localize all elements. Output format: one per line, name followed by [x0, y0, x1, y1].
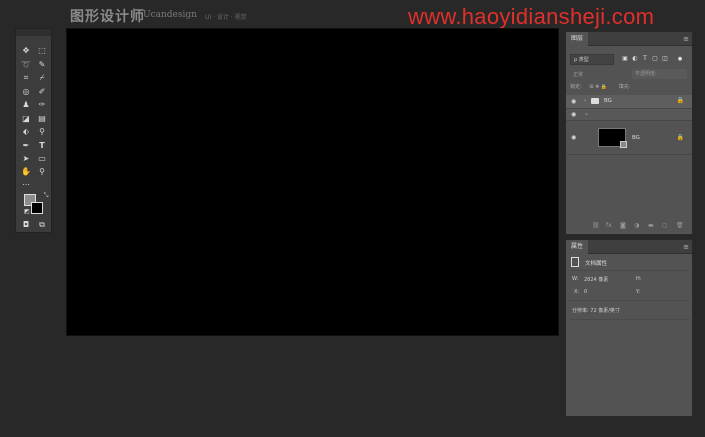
blend-mode-select[interactable]: 正常: [570, 70, 610, 80]
history-brush-tool-icon[interactable]: ✑: [35, 99, 49, 110]
layer-name[interactable]: BG: [632, 135, 640, 141]
new-group-icon[interactable]: ▬: [648, 222, 654, 229]
lock-all-icon[interactable]: 🔒: [601, 84, 607, 90]
stamp-tool-icon[interactable]: ♟: [19, 99, 33, 110]
filter-pixel-icon[interactable]: ▣: [621, 55, 629, 63]
divider: [570, 270, 690, 271]
opacity-field[interactable]: 不透明度:: [632, 69, 687, 79]
default-colors-icon[interactable]: ◩: [20, 206, 34, 217]
document-icon: [571, 257, 579, 267]
x-label: X:: [574, 289, 580, 295]
expand-chevron-icon[interactable]: ⌄: [584, 110, 589, 117]
add-mask-icon[interactable]: ◙: [620, 222, 626, 229]
layer-row-subgroup[interactable]: ◉ ⌄: [566, 109, 692, 121]
visibility-eye-icon[interactable]: ◉: [571, 98, 576, 105]
fx-icon[interactable]: fx: [606, 222, 612, 229]
layer-name[interactable]: BG: [604, 98, 612, 104]
lock-pixels-icon[interactable]: ⊞: [589, 84, 593, 90]
resolution-value: 分辨率: 72 像素/英寸: [572, 308, 620, 314]
smart-object-badge-icon: [620, 141, 627, 148]
filter-type-icon[interactable]: T: [641, 55, 649, 63]
layer-lock-icon: 🔒: [676, 97, 684, 104]
delete-layer-icon[interactable]: 🗑: [676, 222, 684, 229]
site-brand-title: 图形设计师: [70, 9, 145, 25]
layer-filter-select[interactable]: ρ 类型: [570, 54, 614, 65]
tab-layers[interactable]: 图层: [566, 32, 589, 46]
shape-tool-icon[interactable]: ▭: [35, 153, 49, 164]
filter-adjust-icon[interactable]: ◐: [631, 55, 639, 63]
link-layers-icon[interactable]: ⛓: [592, 222, 600, 229]
filter-toggle-icon[interactable]: ●: [676, 55, 684, 63]
layer-row-background[interactable]: ◉ BG 🔒: [566, 125, 692, 155]
expand-chevron-icon[interactable]: ›: [584, 98, 586, 104]
panel-menu-icon[interactable]: ≡: [683, 35, 689, 43]
eyedropper-tool-icon[interactable]: ⌿: [35, 72, 49, 83]
brush-tool-icon[interactable]: ✐: [35, 86, 49, 97]
folder-icon: [591, 98, 599, 104]
width-value[interactable]: 2824 像素: [584, 276, 608, 283]
properties-panel: 属性 ≡ 文档属性 W: 2824 像素 H: X: 0 Y: 分辨率: 72 …: [565, 239, 693, 417]
lock-row: 锁定: ⊞ ✥ 🔒 填充:: [570, 83, 690, 92]
site-brand-tags: UI · 设计 · 视觉: [205, 14, 247, 21]
zoom-tool-icon[interactable]: ⚲: [35, 166, 49, 177]
eraser-tool-icon[interactable]: ◪: [19, 113, 33, 124]
toolbar-grip[interactable]: [16, 29, 51, 36]
lock-label: 锁定:: [570, 84, 582, 90]
watermark-url: www.haoyidiansheji.com: [408, 4, 655, 29]
layers-panel: 图层 ≡ ρ 类型 ▣ ◐ T ▢ ◫ ● 正常 不透明度: 锁定: ⊞ ✥ 🔒…: [565, 31, 693, 235]
quick-select-tool-icon[interactable]: ✎: [35, 59, 49, 70]
site-brand-subtitle: Ucandesign: [143, 10, 197, 20]
y-label: Y:: [636, 289, 641, 295]
lock-position-icon[interactable]: ✥: [595, 84, 599, 90]
fill-label: 填充:: [618, 84, 631, 90]
adjustment-layer-icon[interactable]: ◑: [634, 222, 639, 229]
lasso-tool-icon[interactable]: ➰: [19, 59, 33, 70]
width-label: W:: [572, 276, 579, 282]
tools-panel: ✥ ⬚ ➰ ✎ ⌗ ⌿ ◎ ✐ ♟ ✑ ◪ ▤ ⬖ ⚲ ✒ T ➤ ▭ ✋ ⚲ …: [15, 28, 52, 233]
filter-shape-icon[interactable]: ▢: [651, 55, 659, 63]
properties-panel-header: 属性 ≡: [566, 240, 692, 254]
filter-smart-icon[interactable]: ◫: [661, 55, 669, 63]
move-tool-icon[interactable]: ✥: [19, 45, 33, 56]
layer-lock-icon: 🔒: [676, 134, 684, 141]
layer-row-group[interactable]: ◉ › BG 🔒: [566, 95, 692, 109]
crop-tool-icon[interactable]: ⌗: [19, 72, 33, 83]
visibility-eye-icon[interactable]: ◉: [571, 134, 576, 141]
layers-panel-header: 图层 ≡: [566, 32, 692, 46]
tab-properties[interactable]: 属性: [566, 240, 589, 254]
height-label: H:: [636, 276, 642, 282]
hand-tool-icon[interactable]: ✋: [19, 166, 33, 177]
type-tool-icon[interactable]: T: [35, 140, 49, 151]
screen-mode-icon[interactable]: ⧉: [35, 219, 49, 230]
blur-tool-icon[interactable]: ⬖: [19, 126, 33, 137]
marquee-tool-icon[interactable]: ⬚: [35, 45, 49, 56]
quick-mask-icon[interactable]: ◘: [19, 219, 33, 230]
panel-menu-icon[interactable]: ≡: [683, 243, 689, 251]
new-layer-icon[interactable]: ◻: [662, 222, 667, 229]
divider: [570, 300, 690, 301]
visibility-eye-icon[interactable]: ◉: [571, 111, 576, 118]
document-properties-label: 文档属性: [585, 261, 608, 267]
x-value[interactable]: 0: [584, 289, 587, 295]
path-select-tool-icon[interactable]: ➤: [19, 153, 33, 164]
patch-tool-icon[interactable]: ◎: [19, 86, 33, 97]
more-tools-icon[interactable]: ⋯: [19, 179, 33, 190]
document-canvas[interactable]: [66, 28, 559, 336]
layers-bottom-bar: ⛓ fx ◙ ◑ ▬ ◻ 🗑: [566, 222, 692, 234]
swap-colors-icon[interactable]: ⤡: [39, 190, 53, 201]
divider: [570, 319, 690, 320]
pen-tool-icon[interactable]: ✒: [19, 140, 33, 151]
dodge-tool-icon[interactable]: ⚲: [35, 126, 49, 137]
gradient-tool-icon[interactable]: ▤: [35, 113, 49, 124]
